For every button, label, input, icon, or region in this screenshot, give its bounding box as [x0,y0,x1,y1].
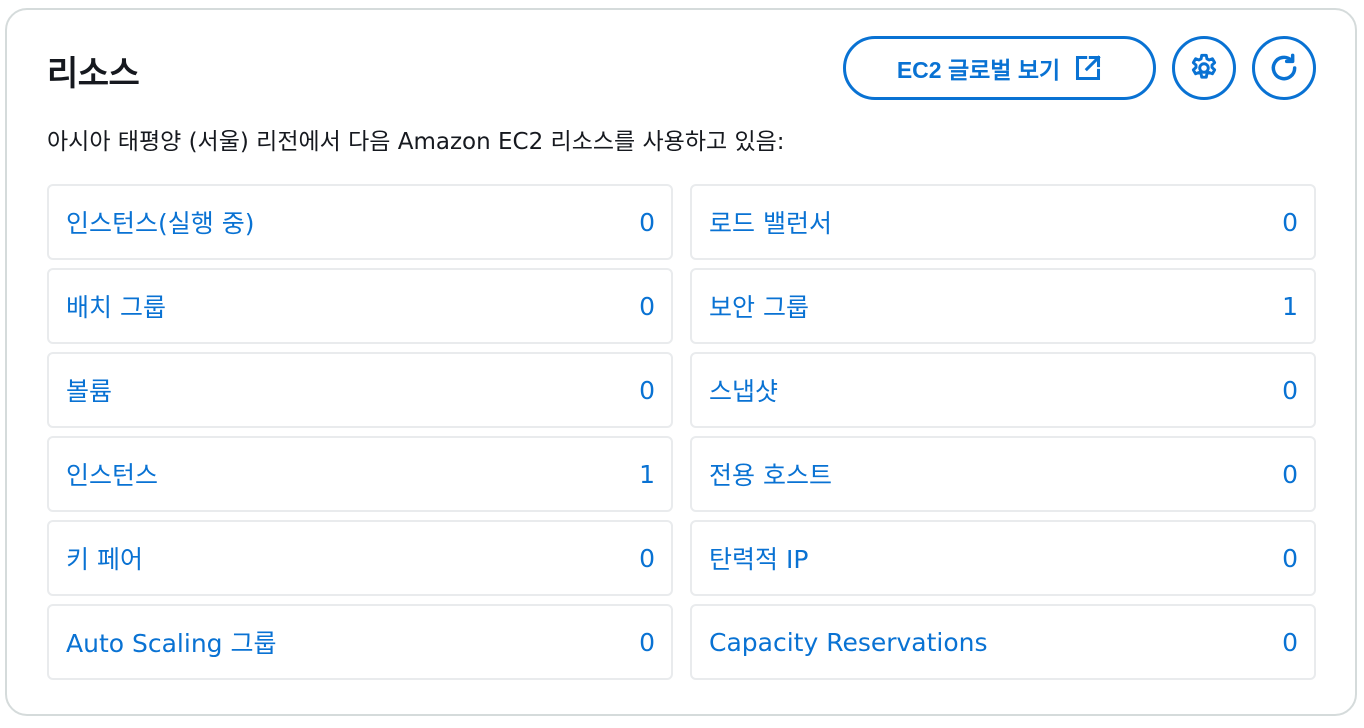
region-description: 아시아 태평양 (서울) 리전에서 다음 Amazon EC2 리소스를 사용하… [47,129,785,155]
resource-count[interactable]: 0 [1282,460,1298,489]
resource-security-groups[interactable]: 보안 그룹 1 [690,268,1316,344]
resource-instances-running[interactable]: 인스턴스(실행 중) 0 [47,184,673,260]
resource-count[interactable]: 0 [1282,628,1298,657]
ec2-global-view-button[interactable]: EC2 글로벌 보기 [843,36,1156,100]
resource-label[interactable]: Capacity Reservations [709,628,988,657]
resource-label[interactable]: 보안 그룹 [709,288,809,324]
resource-label[interactable]: 전용 호스트 [709,456,832,492]
resource-label[interactable]: 키 페어 [66,540,143,576]
resource-count[interactable]: 0 [1282,544,1298,573]
resource-count[interactable]: 0 [639,208,655,237]
resource-label[interactable]: 볼륨 [66,372,112,408]
external-link-icon [1076,55,1101,81]
resource-elastic-ips[interactable]: 탄력적 IP 0 [690,520,1316,596]
resource-placement-groups[interactable]: 배치 그룹 0 [47,268,673,344]
resource-capacity-reservations[interactable]: Capacity Reservations 0 [690,604,1316,680]
refresh-button[interactable] [1252,36,1316,100]
resource-count[interactable]: 0 [639,292,655,321]
refresh-icon [1271,53,1297,81]
resource-key-pairs[interactable]: 키 페어 0 [47,520,673,596]
resource-count[interactable]: 1 [639,460,655,489]
resource-count[interactable]: 0 [639,544,655,573]
resource-label[interactable]: Auto Scaling 그룹 [66,624,276,660]
resource-volumes[interactable]: 볼륨 0 [47,352,673,428]
global-view-label: EC2 글로벌 보기 [896,57,1061,83]
resource-snapshots[interactable]: 스냅샷 0 [690,352,1316,428]
resource-label[interactable]: 인스턴스(실행 중) [66,204,254,240]
resource-auto-scaling-groups[interactable]: Auto Scaling 그룹 0 [47,604,673,680]
gear-icon [1191,53,1217,79]
resource-count[interactable]: 0 [639,376,655,405]
resource-count[interactable]: 0 [639,628,655,657]
settings-button[interactable] [1172,36,1236,100]
resource-label[interactable]: 인스턴스 [66,456,158,492]
resource-label[interactable]: 탄력적 IP [709,540,808,576]
panel-title: 리소스 [47,54,140,94]
resource-dedicated-hosts[interactable]: 전용 호스트 0 [690,436,1316,512]
resource-count[interactable]: 1 [1282,292,1298,321]
resource-count[interactable]: 0 [1282,208,1298,237]
resources-panel: 리소스 EC2 글로벌 보기 아시아 태평양 (서울) 리전에서 다음 Amaz… [5,8,1357,716]
resource-label[interactable]: 배치 그룹 [66,288,166,324]
resource-label[interactable]: 로드 밸런서 [709,204,832,240]
resource-grid: 인스턴스(실행 중) 0 로드 밸런서 0 배치 그룹 0 보안 그룹 1 볼륨… [47,184,1316,680]
resource-label[interactable]: 스냅샷 [709,372,778,408]
resource-instances[interactable]: 인스턴스 1 [47,436,673,512]
resource-load-balancers[interactable]: 로드 밸런서 0 [690,184,1316,260]
resource-count[interactable]: 0 [1282,376,1298,405]
